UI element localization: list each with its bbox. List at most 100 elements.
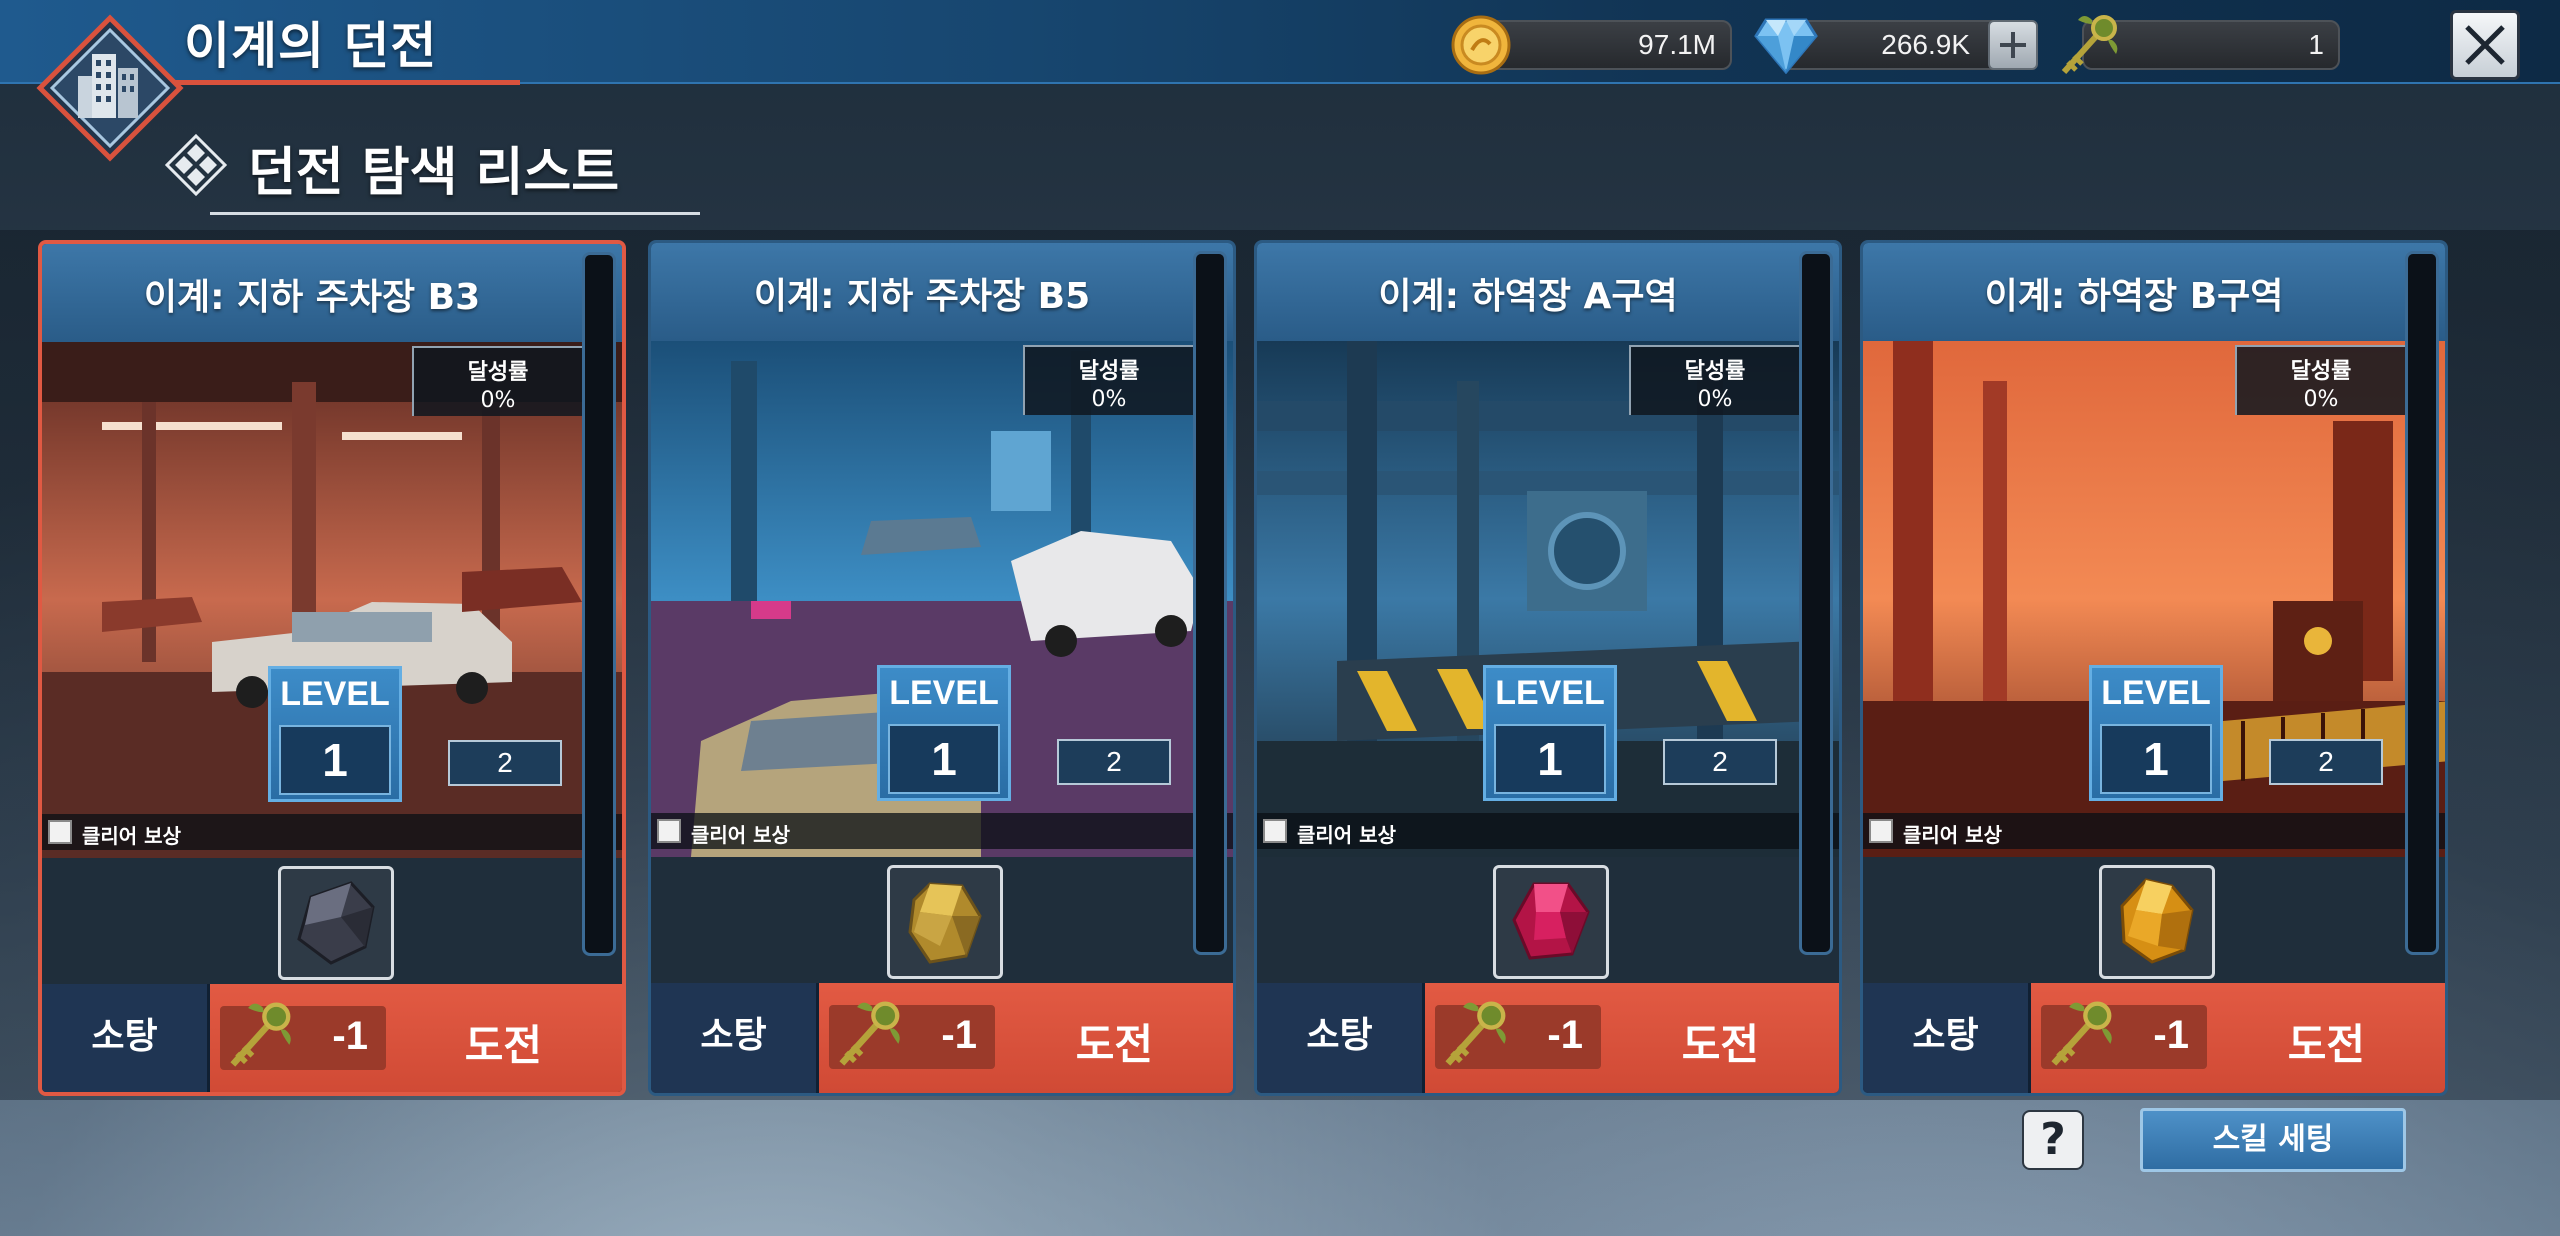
progress-value: 0% <box>1697 387 1733 412</box>
help-button[interactable]: ? <box>2022 1110 2084 1170</box>
sweep-button[interactable]: 소탕 <box>1257 983 1425 1093</box>
challenge-label: 도전 <box>1075 1020 1153 1069</box>
level-badge: LEVEL 1 <box>268 666 402 802</box>
gold-coin-icon <box>1450 14 1512 80</box>
level-scroll-rail[interactable] <box>1799 251 1833 955</box>
ruby-gem-icon <box>1512 882 1590 960</box>
clear-reward-strip: 클리어 보상 <box>1863 813 2445 849</box>
reward-checkbox[interactable] <box>1263 819 1287 843</box>
key-amount: 1 <box>2308 29 2324 60</box>
challenge-button[interactable]: -1 도전 <box>210 984 622 1092</box>
card-action-row: 소탕 -1 도전 <box>1257 983 1839 1093</box>
clear-reward-label: 클리어 보상 <box>691 823 790 847</box>
dungeon-title: 이계: 하역장 A구역 <box>1378 276 1678 317</box>
key-cost-value: -1 <box>332 1014 368 1058</box>
level-label: LEVEL <box>2101 674 2211 712</box>
reward-item-area <box>1863 857 2445 983</box>
level-label: LEVEL <box>280 675 390 713</box>
level-label: LEVEL <box>889 674 999 712</box>
clear-reward-strip: 클리어 보상 <box>651 813 1233 849</box>
key-cost-box: -1 <box>2041 1001 2207 1069</box>
sweep-button[interactable]: 소탕 <box>42 984 210 1092</box>
card-action-row: 소탕 -1 도전 <box>42 984 622 1092</box>
reward-item-slot[interactable] <box>887 865 1003 979</box>
close-icon <box>2465 25 2505 65</box>
add-gems-button[interactable] <box>1988 20 2038 70</box>
close-button[interactable] <box>2450 10 2520 80</box>
progress-box: 달성률 0% <box>1023 345 1193 415</box>
challenge-button[interactable]: -1 도전 <box>2031 983 2445 1093</box>
clear-reward-strip: 클리어 보상 <box>1257 813 1839 849</box>
level-label: LEVEL <box>1495 674 1605 712</box>
reward-item-slot[interactable] <box>278 866 394 980</box>
card-action-row: 소탕 -1 도전 <box>651 983 1233 1093</box>
section-title: 던전 탐색 리스트 <box>248 143 620 203</box>
reward-item-area <box>651 857 1233 983</box>
key-cost-value: -1 <box>941 1013 977 1057</box>
level-number: 1 <box>2100 724 2212 794</box>
reward-item-slot[interactable] <box>1493 865 1609 979</box>
progress-label: 달성률 <box>2290 359 2352 384</box>
dungeon-title: 이계: 지하 주차장 B3 <box>143 277 481 318</box>
level-number: 1 <box>888 724 1000 794</box>
progress-box: 달성률 0% <box>1629 345 1799 415</box>
reward-item-area <box>42 858 622 984</box>
sweep-button[interactable]: 소탕 <box>1863 983 2031 1093</box>
key-cost-value: -1 <box>1547 1013 1583 1057</box>
clear-reward-label: 클리어 보상 <box>82 824 181 848</box>
dungeon-scene-image: 달성률 0% LEVEL 1 2 클리어 보상 <box>42 342 622 858</box>
dungeon-key-icon <box>1445 1001 1506 1066</box>
dungeon-key-icon <box>2051 1001 2112 1066</box>
progress-value: 0% <box>480 388 516 413</box>
level-scroll-rail[interactable] <box>582 252 616 956</box>
progress-value: 0% <box>2303 387 2339 412</box>
clear-reward-label: 클리어 보상 <box>1903 823 2002 847</box>
dungeon-key-icon <box>839 1001 900 1066</box>
reward-checkbox[interactable] <box>657 819 681 843</box>
challenge-label: 도전 <box>464 1021 542 1070</box>
skill-setting-button[interactable]: 스킬 세팅 <box>2140 1108 2406 1172</box>
sweep-button[interactable]: 소탕 <box>651 983 819 1093</box>
next-level-selector[interactable]: 2 <box>448 740 562 786</box>
card-header: 이계: 하역장 B구역 <box>1863 243 2445 341</box>
title-accent-line <box>150 80 520 85</box>
challenge-button[interactable]: -1 도전 <box>1425 983 1839 1093</box>
card-header: 이계: 지하 주차장 B3 <box>42 244 622 342</box>
dungeon-scene-image: 달성률 0% LEVEL 1 2 클리어 보상 <box>1863 341 2445 857</box>
reward-item-slot[interactable] <box>2099 865 2215 979</box>
progress-box: 달성률 0% <box>2235 345 2405 415</box>
level-badge: LEVEL 1 <box>877 665 1011 801</box>
gem-amount: 266.9K <box>1881 29 1970 60</box>
progress-label: 달성률 <box>1684 359 1746 384</box>
next-level-selector[interactable]: 2 <box>2269 739 2383 785</box>
dungeon-card[interactable]: 이계: 지하 주차장 B3 달성률 0% LEVEL 1 2 클리어 보상 소탕… <box>38 240 626 1096</box>
key-cost-box: -1 <box>829 1001 995 1069</box>
gold-amount: 97.1M <box>1638 29 1716 60</box>
clear-reward-strip: 클리어 보상 <box>42 814 622 850</box>
next-level-selector[interactable]: 2 <box>1663 739 1777 785</box>
dungeon-scene-image: 달성률 0% LEVEL 1 2 클리어 보상 <box>651 341 1233 857</box>
progress-label: 달성률 <box>1078 359 1140 384</box>
amber-gem-icon <box>2120 878 2194 964</box>
dungeon-key-icon <box>2054 10 2124 82</box>
reward-checkbox[interactable] <box>48 820 72 844</box>
dungeon-card[interactable]: 이계: 하역장 A구역 달성률 0% LEVEL 1 2 클리어 보상 소탕 -… <box>1254 240 1842 1096</box>
level-scroll-rail[interactable] <box>2405 251 2439 955</box>
dungeon-title: 이계: 지하 주차장 B5 <box>753 276 1091 317</box>
dungeon-card[interactable]: 이계: 지하 주차장 B5 달성률 0% LEVEL 1 2 클리어 보상 소탕… <box>648 240 1236 1096</box>
level-scroll-rail[interactable] <box>1193 251 1227 955</box>
gem-counter: 266.9K <box>1780 20 2038 70</box>
progress-label: 달성률 <box>467 360 529 385</box>
dungeon-card[interactable]: 이계: 하역장 B구역 달성률 0% LEVEL 1 2 클리어 보상 소탕 -… <box>1860 240 2448 1096</box>
card-header: 이계: 지하 주차장 B5 <box>651 243 1233 341</box>
reward-checkbox[interactable] <box>1869 819 1893 843</box>
level-badge: LEVEL 1 <box>2089 665 2223 801</box>
reward-item-area <box>1257 857 1839 983</box>
challenge-button[interactable]: -1 도전 <box>819 983 1233 1093</box>
diamond-grid-icon <box>164 133 228 197</box>
key-cost-value: -1 <box>2153 1013 2189 1057</box>
next-level-selector[interactable]: 2 <box>1057 739 1171 785</box>
dark-ore-icon <box>297 881 375 965</box>
dungeon-key-icon <box>230 1002 291 1067</box>
page-title: 이계의 던전 <box>184 17 438 75</box>
